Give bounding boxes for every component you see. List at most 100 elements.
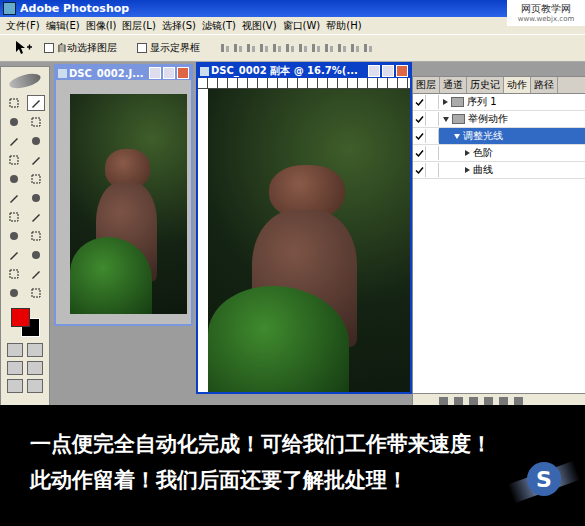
tool-icon[interactable] [27, 228, 45, 244]
menu-item[interactable]: 选择(S) [162, 19, 196, 33]
dialog-checkbox[interactable] [426, 163, 439, 177]
tool-icon[interactable] [5, 152, 23, 168]
minimize-icon[interactable] [149, 67, 161, 79]
maximize-icon[interactable] [382, 65, 394, 77]
mode-icon[interactable] [27, 379, 43, 393]
toggle-checkbox[interactable] [413, 163, 426, 177]
align-icon[interactable] [337, 42, 347, 54]
menu-item[interactable]: 窗口(W) [283, 19, 321, 33]
align-icon[interactable] [272, 42, 282, 54]
expand-arrow-icon[interactable] [465, 167, 470, 173]
menu-item[interactable]: 编辑(E) [46, 19, 80, 33]
title-bar: Adobe Photoshop 网页教学网 www.webjx.com [0, 0, 585, 17]
panel-tab[interactable]: 图层 [413, 77, 440, 93]
mode-icon[interactable] [7, 379, 23, 393]
action-item[interactable]: 调整光线 [439, 128, 585, 144]
menu-item[interactable]: 帮助(H) [326, 19, 361, 33]
expand-arrow-icon[interactable] [454, 134, 460, 139]
align-icon[interactable] [220, 42, 230, 54]
action-row[interactable]: 色阶 [413, 145, 585, 162]
dialog-checkbox[interactable] [426, 95, 439, 109]
tool-icon[interactable] [5, 247, 23, 263]
tool-icon[interactable] [27, 114, 45, 130]
photo [208, 89, 410, 392]
tool-icon[interactable] [5, 285, 23, 301]
toggle-checkbox[interactable] [413, 146, 426, 160]
align-icon[interactable] [246, 42, 256, 54]
tool-icon[interactable] [27, 190, 45, 206]
action-item[interactable]: 曲线 [439, 162, 585, 178]
action-item[interactable]: 色阶 [439, 145, 585, 161]
menu-item[interactable]: 视图(V) [242, 19, 277, 33]
tool-icon[interactable] [27, 266, 45, 282]
mode-icon[interactable] [27, 343, 43, 357]
align-icon[interactable] [233, 42, 243, 54]
tool-icon[interactable] [27, 133, 45, 149]
expand-arrow-icon[interactable] [465, 150, 470, 156]
toggle-checkbox[interactable] [413, 112, 426, 126]
menu-item[interactable]: 滤镜(T) [202, 19, 236, 33]
align-icon[interactable] [350, 42, 360, 54]
toggle-checkbox[interactable] [413, 95, 426, 109]
move-tool-icon[interactable] [14, 40, 34, 56]
tool-icon[interactable] [5, 228, 23, 244]
color-swatches[interactable] [8, 307, 42, 337]
mode-icon[interactable] [7, 343, 23, 357]
align-icon[interactable] [311, 42, 321, 54]
tool-icon[interactable] [5, 171, 23, 187]
expand-arrow-icon[interactable] [443, 99, 448, 105]
photoshop-app: Adobe Photoshop 网页教学网 www.webjx.com 文件(F… [0, 0, 585, 405]
dialog-checkbox[interactable] [426, 146, 439, 160]
mode-icon[interactable] [27, 361, 43, 375]
panel-tab[interactable]: 历史记 [467, 77, 504, 93]
mode-icon[interactable] [7, 361, 23, 375]
menu-item[interactable]: 图像(I) [86, 19, 117, 33]
panel-tab[interactable]: 通道 [440, 77, 467, 93]
tool-icon[interactable] [5, 266, 23, 282]
checkbox-icon[interactable] [44, 43, 54, 53]
option-checkbox[interactable]: 自动选择图层 [44, 41, 117, 55]
close-icon[interactable] [177, 67, 189, 79]
checkbox-icon[interactable] [137, 43, 147, 53]
document-window[interactable]: DSC_0002 副本 @ 16.7%(... [196, 62, 412, 394]
tool-icon[interactable] [5, 190, 23, 206]
tool-icon[interactable] [27, 171, 45, 187]
dialog-checkbox[interactable] [426, 112, 439, 126]
action-item[interactable]: 序列 1 [439, 94, 585, 110]
tool-icon[interactable] [27, 285, 45, 301]
panel-tab[interactable]: 动作 [504, 77, 531, 93]
tool-icon[interactable] [27, 152, 45, 168]
align-icon[interactable] [363, 42, 373, 54]
dialog-checkbox[interactable] [426, 129, 439, 143]
tool-icon[interactable] [5, 209, 23, 225]
action-item[interactable]: 举例动作 [439, 111, 585, 127]
action-label: 调整光线 [463, 129, 503, 143]
tool-icon[interactable] [5, 114, 23, 130]
action-row[interactable]: 举例动作 [413, 111, 585, 128]
tool-icon[interactable] [5, 95, 23, 111]
minimize-icon[interactable] [368, 65, 380, 77]
align-icon[interactable] [324, 42, 334, 54]
action-row[interactable]: 序列 1 [413, 94, 585, 111]
maximize-icon[interactable] [163, 67, 175, 79]
align-icon[interactable] [285, 42, 295, 54]
tool-icon[interactable] [5, 133, 23, 149]
document-window[interactable]: DSC_0002.J... [54, 64, 193, 326]
option-checkbox[interactable]: 显示定界框 [137, 41, 200, 55]
expand-arrow-icon[interactable] [443, 117, 449, 122]
tool-icon[interactable] [27, 95, 45, 111]
action-row[interactable]: 曲线 [413, 162, 585, 179]
toggle-checkbox[interactable] [413, 129, 426, 143]
close-icon[interactable] [396, 65, 408, 77]
menu-item[interactable]: 图层(L) [122, 19, 155, 33]
align-icon[interactable] [298, 42, 308, 54]
action-row[interactable]: 调整光线 [413, 128, 585, 145]
document-canvas [198, 78, 410, 392]
toolbox-header [1, 67, 49, 95]
panel-tab[interactable]: 路径 [531, 77, 558, 93]
tool-icon[interactable] [27, 247, 45, 263]
menu-item[interactable]: 文件(F) [6, 19, 40, 33]
align-icon[interactable] [259, 42, 269, 54]
foreground-color-swatch[interactable] [11, 308, 30, 327]
tool-icon[interactable] [27, 209, 45, 225]
